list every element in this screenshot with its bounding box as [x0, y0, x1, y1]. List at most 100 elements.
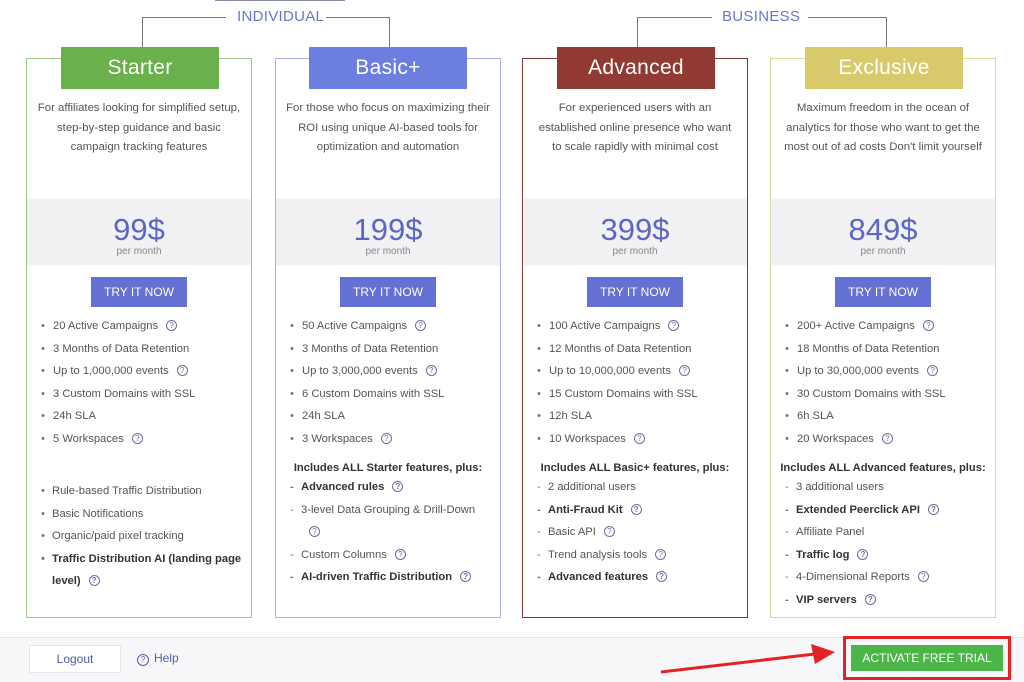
extra-feature-list: 3 additional users Extended Peerclick AP… — [771, 476, 995, 611]
price-band: 199$ per month — [276, 199, 500, 265]
feature-item: 20 Workspaces? — [785, 428, 995, 451]
feature-item: 3 Months of Data Retention — [41, 338, 251, 361]
feature-list: 50 Active Campaigns? 3 Months of Data Re… — [276, 315, 500, 450]
extra-feature-item: Traffic Distribution AI (landing page le… — [41, 548, 243, 593]
red-arrow-icon — [660, 644, 835, 674]
feature-item: 30 Custom Domains with SSL — [785, 383, 995, 406]
price-period: per month — [116, 246, 162, 257]
help-icon[interactable]: ? — [176, 365, 188, 376]
help-icon[interactable]: ? — [309, 526, 320, 537]
price-band: 99$ per month — [27, 199, 251, 265]
extra-feature-item: Traffic log? — [785, 544, 987, 567]
feature-item: 10 Workspaces? — [537, 428, 747, 451]
help-circle-icon: ? — [137, 654, 149, 666]
feature-item: 12h SLA — [537, 405, 747, 428]
help-icon[interactable]: ? — [633, 432, 645, 444]
extra-feature-item: Affiliate Panel — [785, 521, 987, 544]
help-icon[interactable]: ? — [460, 571, 472, 582]
help-icon[interactable]: ? — [392, 481, 404, 492]
feature-item: 15 Custom Domains with SSL — [537, 383, 747, 406]
extra-feature-item: Organic/paid pixel tracking — [41, 525, 243, 548]
includes-heading: Includes ALL Advanced features, plus: — [780, 462, 986, 474]
plan-card-starter: For affiliates looking for simplified se… — [26, 58, 252, 618]
help-label: Help — [154, 651, 179, 665]
price-period: per month — [860, 246, 906, 257]
includes-heading: Includes ALL Starter features, plus: — [293, 462, 483, 474]
logout-button[interactable]: Logout — [29, 645, 121, 673]
help-icon[interactable]: ? — [917, 571, 929, 582]
help-icon[interactable]: ? — [656, 571, 668, 582]
extra-feature-item: Advanced features? — [537, 566, 739, 589]
help-link[interactable]: ? Help — [137, 651, 179, 666]
feature-item: 3 Custom Domains with SSL — [41, 383, 251, 406]
activate-free-trial-button[interactable]: ACTIVATE FREE TRIAL — [851, 645, 1003, 671]
plan-price: 199$ — [353, 212, 423, 247]
try-it-now-button[interactable]: TRY IT NOW — [835, 277, 931, 307]
extra-feature-item: Basic Notifications — [41, 503, 243, 526]
help-icon[interactable]: ? — [668, 320, 680, 331]
help-icon[interactable]: ? — [926, 365, 938, 376]
help-icon[interactable]: ? — [380, 432, 392, 444]
extra-feature-list: 2 additional users Anti-Fraud Kit? Basic… — [523, 476, 747, 589]
plan-name-advanced: Advanced — [557, 47, 715, 89]
plan-description: For those who focus on maximizing their … — [286, 102, 490, 153]
feature-item: Up to 30,000,000 events? — [785, 360, 995, 383]
try-it-now-button[interactable]: TRY IT NOW — [91, 277, 187, 307]
feature-item: 50 Active Campaigns? — [290, 315, 500, 338]
price-period: per month — [612, 246, 658, 257]
feature-item: 12 Months of Data Retention — [537, 338, 747, 361]
help-icon[interactable]: ? — [655, 548, 667, 560]
extra-feature-item: 3 additional users — [785, 476, 987, 499]
help-icon[interactable]: ? — [131, 432, 143, 444]
extra-feature-item: 3-level Data Grouping & Drill-Down? — [290, 499, 492, 544]
feature-item: 3 Months of Data Retention — [290, 338, 500, 361]
extra-feature-item: AI-driven Traffic Distribution? — [290, 566, 492, 589]
plan-description: For affiliates looking for simplified se… — [37, 102, 241, 153]
help-icon[interactable]: ? — [415, 320, 427, 331]
plan-price: 849$ — [848, 212, 918, 247]
feature-item: 6h SLA — [785, 405, 995, 428]
extra-feature-item: Extended Peerclick API? — [785, 499, 987, 522]
help-icon[interactable]: ? — [88, 575, 100, 586]
help-icon[interactable]: ? — [922, 320, 934, 331]
plan-description: For experienced users with an establishe… — [538, 102, 732, 153]
plan-price: 399$ — [600, 212, 670, 247]
feature-item: 24h SLA — [41, 405, 251, 428]
extra-feature-item: VIP servers? — [785, 589, 987, 612]
extra-feature-item: 2 additional users — [537, 476, 739, 499]
try-it-now-button[interactable]: TRY IT NOW — [587, 277, 683, 307]
business-group-label: BUSINESS — [722, 8, 801, 25]
plan-price: 99$ — [113, 212, 165, 247]
plan-card-exclusive: Maximum freedom in the ocean of analytic… — [770, 58, 996, 618]
help-icon[interactable]: ? — [425, 365, 437, 376]
feature-item: 20 Active Campaigns? — [41, 315, 251, 338]
feature-item: 200+ Active Campaigns? — [785, 315, 995, 338]
help-icon[interactable]: ? — [864, 593, 876, 605]
help-icon[interactable]: ? — [603, 526, 615, 537]
help-icon[interactable]: ? — [678, 365, 690, 376]
extra-feature-item: Trend analysis tools? — [537, 544, 739, 567]
help-icon[interactable]: ? — [166, 320, 178, 331]
help-icon[interactable]: ? — [630, 503, 642, 515]
extra-feature-item: 4-Dimensional Reports? — [785, 566, 987, 589]
extra-feature-list: Rule-based Traffic Distribution Basic No… — [27, 480, 251, 593]
price-band: 399$ per month — [523, 199, 747, 265]
feature-item: Up to 1,000,000 events? — [41, 360, 251, 383]
help-icon[interactable]: ? — [881, 432, 893, 444]
feature-item: Up to 10,000,000 events? — [537, 360, 747, 383]
plan-description: Maximum freedom in the ocean of analytic… — [784, 102, 982, 153]
help-icon[interactable]: ? — [857, 548, 869, 560]
feature-list: 20 Active Campaigns? 3 Months of Data Re… — [27, 315, 251, 450]
extra-feature-list: Advanced rules? 3-level Data Grouping & … — [276, 476, 500, 589]
help-icon[interactable]: ? — [394, 548, 406, 560]
feature-list: 200+ Active Campaigns? 18 Months of Data… — [771, 315, 995, 450]
feature-item: 24h SLA — [290, 405, 500, 428]
extra-feature-item: Advanced rules? — [290, 476, 492, 499]
plan-card-advanced: For experienced users with an establishe… — [522, 58, 748, 618]
feature-item: 5 Workspaces? — [41, 428, 251, 451]
plan-name-exclusive: Exclusive — [805, 47, 963, 89]
try-it-now-button[interactable]: TRY IT NOW — [340, 277, 436, 307]
help-icon[interactable]: ? — [927, 503, 939, 515]
plan-name-basic-plus: Basic+ — [309, 47, 467, 89]
price-band: 849$ per month — [771, 199, 995, 265]
